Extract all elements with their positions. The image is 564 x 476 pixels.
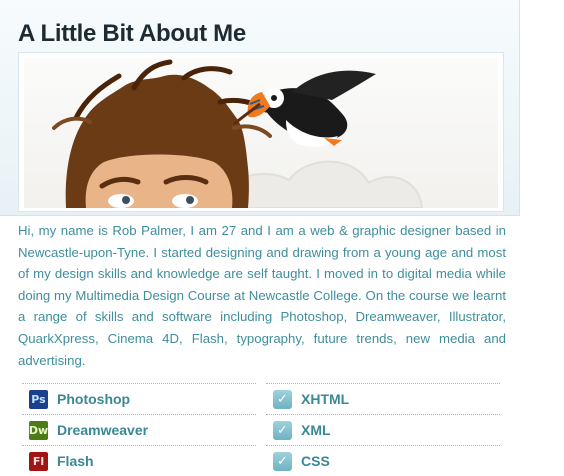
hero-illustration	[52, 59, 424, 208]
page-title: A Little Bit About Me	[18, 20, 246, 47]
checkmark-icon: ✓	[273, 451, 292, 471]
checkmark-icon: ✓	[273, 389, 292, 409]
skill-label: CSS	[301, 453, 330, 469]
icon-abbr: Fl	[32, 454, 45, 468]
list-item: ✓ XHTML	[266, 383, 500, 414]
dreamweaver-icon: Dw	[28, 420, 49, 440]
hero-image	[24, 58, 498, 208]
list-item: Ps Photoshop	[22, 383, 256, 414]
skills-list: Ps Photoshop Dw Dreamweaver Fl Flash ✓ X…	[22, 383, 502, 473]
skill-label: Flash	[57, 453, 94, 469]
skill-label: Photoshop	[57, 391, 131, 407]
list-item: Dw Dreamweaver	[22, 414, 256, 445]
icon-abbr: Dw	[28, 423, 49, 437]
flash-icon: Fl	[29, 451, 48, 471]
skill-label: XHTML	[301, 391, 350, 407]
icon-abbr: Ps	[31, 392, 46, 406]
skill-label: Dreamweaver	[57, 422, 149, 438]
languages-column: ✓ XHTML ✓ XML ✓ CSS	[266, 383, 500, 476]
list-item: Fl Flash	[22, 445, 256, 476]
skill-label: XML	[301, 422, 331, 438]
software-column: Ps Photoshop Dw Dreamweaver Fl Flash	[22, 383, 256, 476]
about-panel: A Little Bit About Me	[0, 0, 520, 216]
list-item: ✓ CSS	[266, 445, 500, 476]
hero-image-frame	[18, 52, 504, 212]
checkmark-icon: ✓	[273, 420, 292, 440]
bio-paragraph: Hi, my name is Rob Palmer, I am 27 and I…	[18, 223, 506, 368]
list-item: ✓ XML	[266, 414, 500, 445]
photoshop-icon: Ps	[29, 389, 48, 409]
